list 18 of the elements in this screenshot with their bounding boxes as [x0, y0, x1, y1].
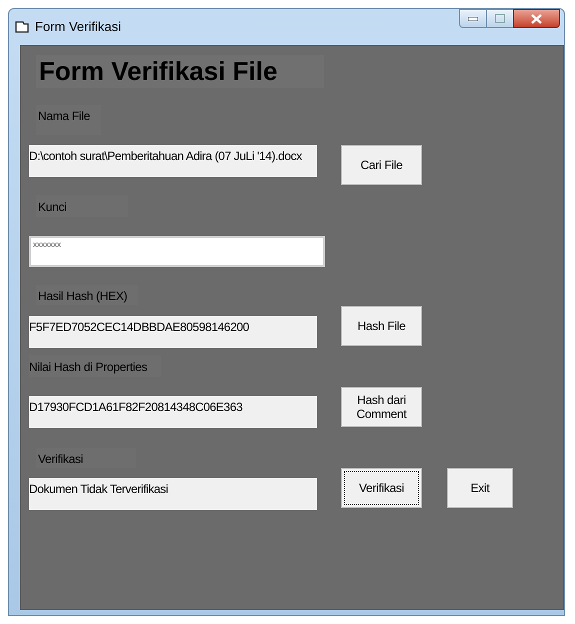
text-field[interactable]: D17930FCD1A61F82F20814348C06E363: [29, 396, 317, 428]
text-field[interactable]: D:\contoh surat\Pemberitahuan Adira (07 JuLi '14).docx: [29, 145, 317, 177]
minimize-button[interactable]: [459, 9, 487, 28]
password-field[interactable]: xxxxxxx: [29, 236, 325, 267]
form-button[interactable]: Hash dari Comment: [341, 387, 422, 427]
close-button[interactable]: [513, 9, 560, 28]
window-app-icon: [15, 20, 29, 34]
form-heading: Form Verifikasi File: [36, 55, 324, 88]
minimize-icon: [468, 16, 478, 20]
form-button[interactable]: Verifikasi: [341, 468, 422, 508]
maximize-icon: [495, 14, 505, 23]
window-title: Form Verifikasi: [35, 18, 121, 36]
form-button[interactable]: Hash File: [341, 306, 422, 346]
text-field[interactable]: F5F7ED7052CEC14DBBDAE80598146200: [29, 316, 317, 348]
close-icon: [531, 14, 542, 24]
form-button[interactable]: Cari File: [341, 145, 422, 185]
form-button[interactable]: Exit: [447, 468, 513, 508]
text-field[interactable]: Dokumen Tidak Terverifikasi: [29, 478, 317, 510]
